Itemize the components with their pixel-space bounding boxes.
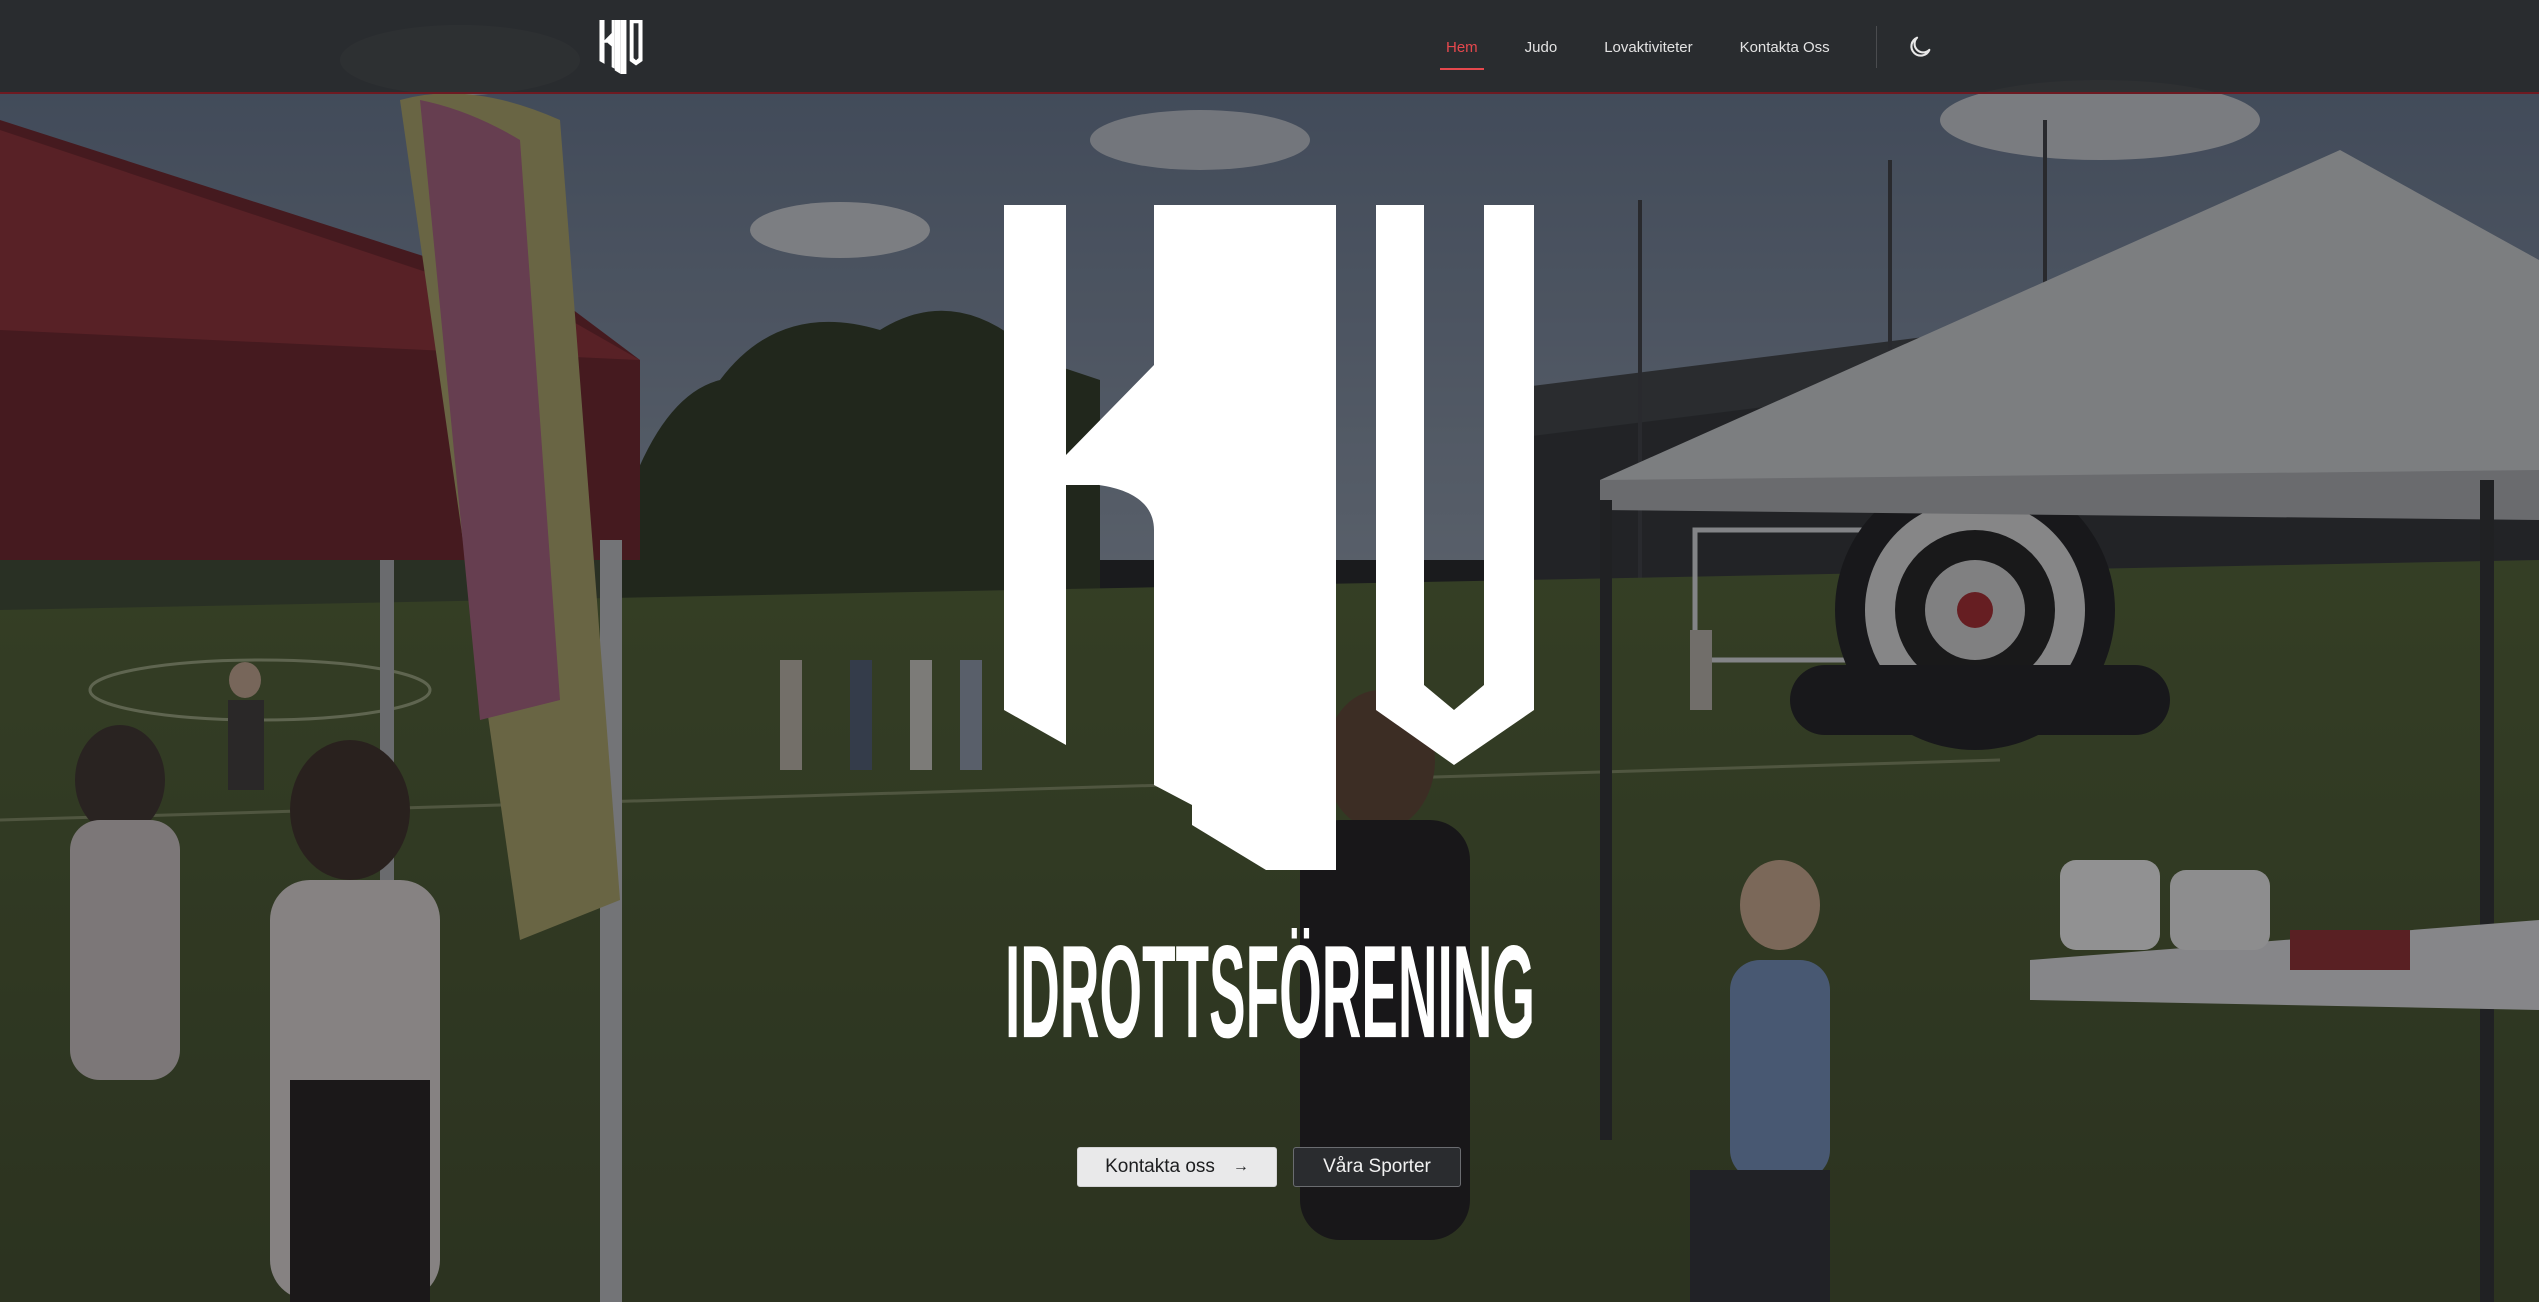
our-sports-button[interactable]: Våra Sporter [1293, 1147, 1461, 1187]
nav-item-label: Hem [1446, 38, 1478, 56]
nav-item-label: Judo [1524, 38, 1558, 56]
moon-icon[interactable] [1906, 33, 1934, 61]
arrow-right-icon: → [1232, 1158, 1249, 1175]
hero-wordmark: IDROTTSFÖRENING [1005, 928, 1535, 1060]
main-nav: Hem Judo Lovaktiviteter Kontakta Oss [1430, 0, 1861, 94]
nav-item-label: Lovaktiviteter [1604, 38, 1693, 56]
hero-wordmark-text: IDROTTSFÖRENING [1005, 928, 1535, 1060]
hero-logo [1004, 205, 1534, 870]
nav-item-lovaktiviteter[interactable]: Lovaktiviteter [1588, 0, 1708, 94]
nav-item-label: Kontakta Oss [1739, 38, 1830, 56]
contact-button-label: Kontakta oss [1105, 1156, 1215, 1177]
nav-divider [1876, 26, 1877, 68]
nav-item-kontakta-oss[interactable]: Kontakta Oss [1724, 0, 1846, 94]
our-sports-button-label: Våra Sporter [1323, 1156, 1431, 1177]
nav-item-judo[interactable]: Judo [1509, 0, 1574, 94]
kiiv-logo[interactable] [598, 20, 644, 74]
hero-section: Hem Judo Lovaktiviteter Kontakta Oss IDR… [0, 0, 2539, 1302]
nav-item-hem[interactable]: Hem [1430, 0, 1494, 94]
top-navigation-bar: Hem Judo Lovaktiviteter Kontakta Oss [0, 0, 2539, 94]
contact-button[interactable]: Kontakta oss → [1077, 1147, 1277, 1187]
